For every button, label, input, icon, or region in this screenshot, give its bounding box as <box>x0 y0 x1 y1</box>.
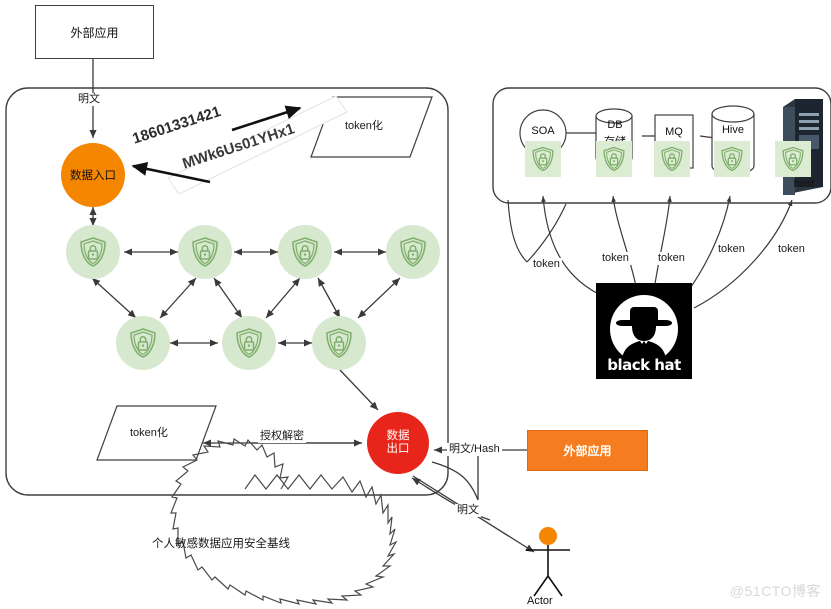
mesh-node-b3[interactable] <box>312 316 366 370</box>
shield-lock-icon <box>326 328 352 358</box>
tokenization-bottom-label: token化 <box>130 427 168 439</box>
watermark: @51CTO博客 <box>729 583 821 599</box>
data-exit-label-line1: 数据 <box>386 429 410 442</box>
black-hat-attacker-logo: black hat <box>596 283 692 379</box>
shield-lock-icon <box>661 146 683 172</box>
shield-lock-icon <box>192 237 218 267</box>
actor-label: Actor <box>527 595 553 607</box>
data-entry-label: 数据入口 <box>70 170 116 182</box>
token-label-soa: token <box>531 258 562 271</box>
hive-label: Hive <box>721 124 744 136</box>
host-shield-badge[interactable] <box>775 141 811 177</box>
external-app-top-label: 外部应用 <box>70 25 119 40</box>
external-app-top-box[interactable]: 外部应用 <box>35 5 154 59</box>
diagram-canvas: 外部应用 明文 18601331421 MWk6Us01YHx1 token化 … <box>0 0 831 609</box>
shield-lock-icon <box>782 146 804 172</box>
mq-shield-badge[interactable] <box>654 141 690 177</box>
db-shield-badge[interactable] <box>596 141 632 177</box>
mesh-node-b1[interactable] <box>116 316 170 370</box>
shield-lock-icon <box>80 237 106 267</box>
token-label-db: token <box>600 252 631 265</box>
data-entry-node[interactable]: 数据入口 <box>61 143 125 207</box>
edge-label-plaintext-top: 明文 <box>76 93 102 106</box>
edge-label-plaintext-hash: 明文/Hash <box>447 443 502 456</box>
external-app-bottom-box[interactable]: 外部应用 <box>527 430 648 471</box>
db-label: DB <box>607 119 623 131</box>
shield-lock-icon <box>532 146 554 172</box>
mesh-node-t4[interactable] <box>386 225 440 279</box>
mesh-node-t3[interactable] <box>278 225 332 279</box>
host-label: host <box>793 178 815 190</box>
shield-lock-icon <box>721 146 743 172</box>
actor-figure <box>526 527 570 597</box>
black-hat-logo-text: black hat <box>607 356 681 374</box>
shield-lock-icon <box>130 328 156 358</box>
security-baseline-label: 个人敏感数据应用安全基线 <box>152 538 290 550</box>
shield-lock-icon <box>292 237 318 267</box>
soa-shield-badge[interactable] <box>525 141 561 177</box>
external-app-bottom-label: 外部应用 <box>563 444 612 458</box>
token-label-host: token <box>776 243 807 256</box>
mq-label: MQ <box>665 126 683 138</box>
token-label-mq: token <box>656 252 687 265</box>
mesh-node-t1[interactable] <box>66 225 120 279</box>
soa-label: SOA <box>531 125 555 137</box>
token-label-hive: token <box>716 243 747 256</box>
edge-label-authorized-decrypt: 授权解密 <box>258 430 306 443</box>
data-exit-label-line2: 出口 <box>386 443 410 455</box>
tokenization-top-label: token化 <box>345 120 383 132</box>
mesh-node-b2[interactable] <box>222 316 276 370</box>
actor-figure-layer <box>526 527 570 597</box>
shield-lock-icon <box>603 146 625 172</box>
shield-lock-icon <box>400 237 426 267</box>
shield-lock-icon <box>236 328 262 358</box>
mesh-node-t2[interactable] <box>178 225 232 279</box>
edge-label-plaintext-actor: 明文 <box>455 504 481 517</box>
hive-shield-badge[interactable] <box>714 141 750 177</box>
data-exit-node[interactable]: 数据 出口 <box>367 412 429 474</box>
